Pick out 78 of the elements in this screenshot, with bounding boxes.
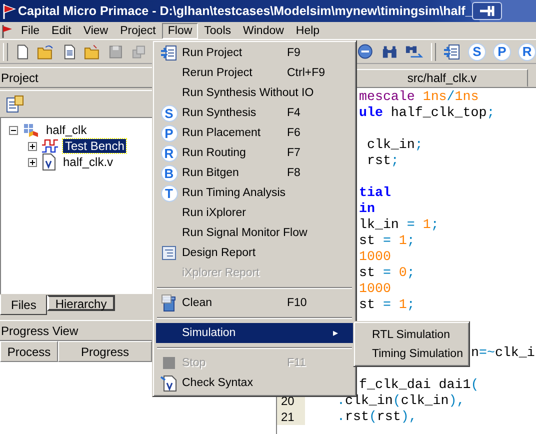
code-line: f_clk_dai dai1( [359,377,479,393]
run-project-icon[interactable] [443,42,462,60]
document-icon[interactable] [62,44,77,60]
zoom-out-icon[interactable] [357,43,374,60]
menu-item[interactable]: Simulation ▸ [156,323,353,343]
menu-item[interactable]: Run iXplorer [156,203,353,223]
code-line: .clk_in(clk_in), [337,393,465,409]
menu-item[interactable]: View [77,22,114,38]
code-line: 1000 [359,249,391,265]
step-icon: S [160,104,178,122]
step-icon: T [160,184,178,202]
tree-item[interactable]: half_clk.v [61,155,116,169]
menu-item[interactable]: Project [114,22,162,38]
line-number: 21 [277,409,305,425]
verilog-file-icon [41,153,57,171]
toolbar-button[interactable]: P [493,42,512,60]
run-project-icon[interactable] [160,44,178,62]
pin-icon [477,4,497,18]
expand-icon[interactable] [28,158,37,166]
flag-icon [2,3,16,19]
code-line: mescale 1ns/1ns [359,89,479,105]
code-line: st = 1; [359,297,415,313]
code-line: lk_in = 1; [359,217,439,233]
code-line: clk_in; [366,137,423,153]
toolbar-button[interactable]: S [468,42,486,60]
binoculars-icon[interactable] [380,44,398,60]
code-line: rst; [366,153,399,169]
stop-icon [162,356,176,370]
folder-icon[interactable] [37,44,55,60]
menu-item[interactable]: File [15,22,46,38]
flag-icon [1,24,13,38]
code-line: .rst(rst), [337,409,417,425]
menu-item[interactable]: Check Syntax [156,373,353,393]
code-line: in [359,201,375,217]
menu-item[interactable]: R Run Routing F7 [156,143,353,163]
menu-item[interactable]: T Run Timing Analysis [156,183,353,203]
trash-icon [161,294,177,312]
report-icon [161,245,177,261]
check-syntax-icon [160,374,178,392]
code-line: 1000 [359,281,391,297]
step-icon: B [160,164,178,182]
menu-item[interactable]: Design Report [156,243,353,263]
column-header[interactable]: Progress [58,341,152,362]
menu-item[interactable]: Edit [46,22,78,38]
menu-item[interactable]: P Run Placement F6 [156,123,353,143]
menu-item[interactable]: Help [290,22,326,38]
menu-item[interactable]: Tools [198,22,238,38]
menu-item[interactable]: Run Project F9 [156,43,353,63]
project-icon [22,122,40,138]
code-line: ule half_clk_top; [359,105,495,121]
menu-item[interactable]: Clean F10 [156,293,353,313]
menu-item[interactable]: B Run Bitgen F8 [156,163,353,183]
step-icon: P [160,124,178,142]
menu-item[interactable]: Flow [162,22,198,38]
save-icon[interactable] [108,44,124,60]
code-line: tial [359,185,391,201]
toolbar-button[interactable]: R [518,42,536,60]
menu-item[interactable]: Run Signal Monitor Flow [156,223,353,243]
properties-icon[interactable] [5,94,25,114]
tree-item[interactable]: Test Bench [63,139,126,153]
expand-icon[interactable] [28,142,37,150]
title-bar-button[interactable] [472,2,502,20]
code-line: st = 1; [359,233,415,249]
menu-item[interactable]: S Run Synthesis F4 [156,103,353,123]
code-line: st = 0; [359,265,415,281]
code-line: n=~clk_i [471,345,535,361]
panel-tab[interactable]: Hierarchy [47,295,115,311]
waveform-icon [41,138,59,154]
folder-icon[interactable] [84,44,102,60]
tree-item[interactable]: half_clk [44,123,89,137]
panel-tab[interactable]: Files [0,295,48,315]
menu-item[interactable]: Window [237,22,290,38]
new-file-icon[interactable] [14,44,30,60]
column-header[interactable]: Process [0,341,58,362]
menu-item[interactable]: RTL Simulation [357,325,466,344]
step-icon: R [160,144,178,162]
menu-item[interactable]: Timing Simulation [357,344,466,363]
collapse-icon[interactable] [9,126,18,134]
